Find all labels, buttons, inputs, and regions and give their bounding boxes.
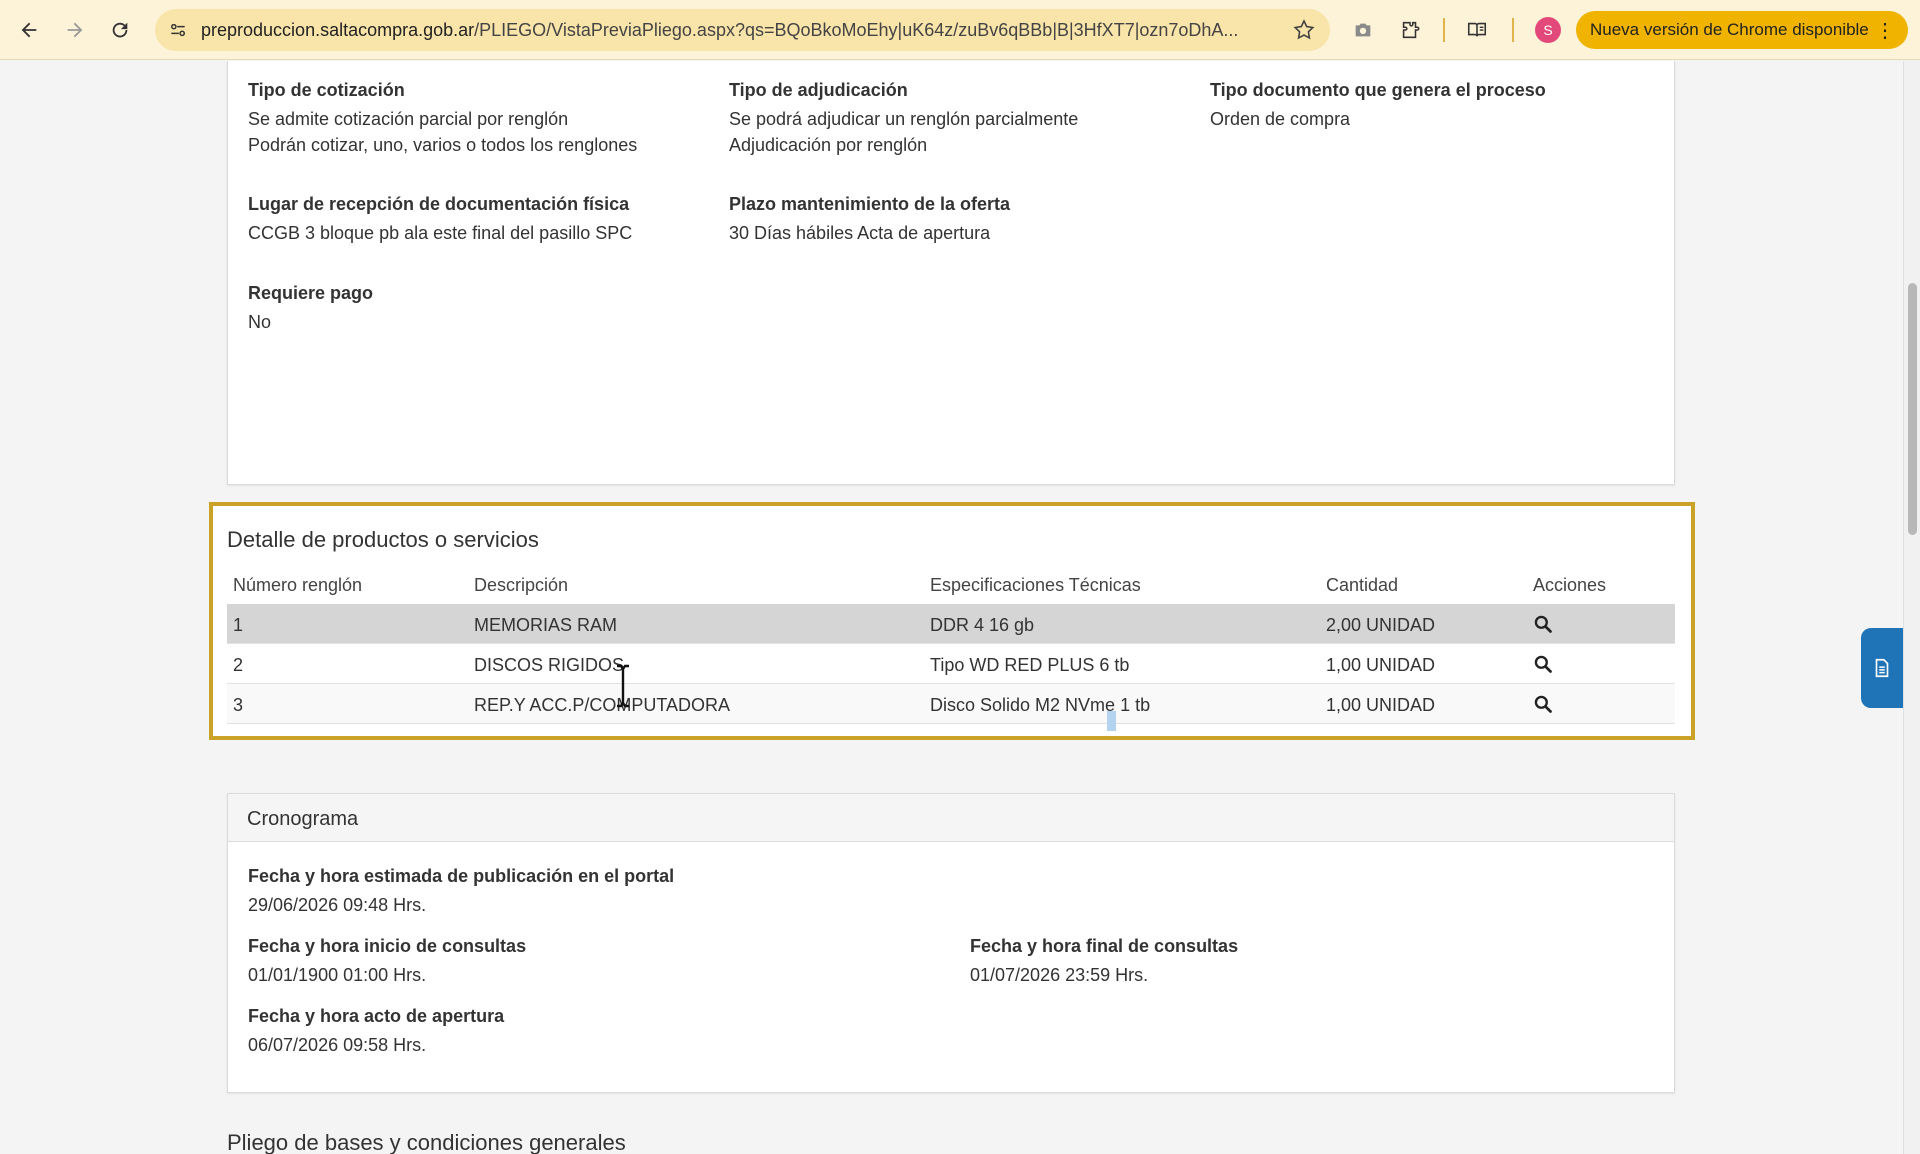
search-icon[interactable] [1533,614,1553,634]
document-float-button[interactable] [1861,628,1903,708]
profile-avatar[interactable]: S [1535,17,1561,43]
row-spec: Disco Solido M2 NVme 1 tb [930,695,1151,715]
row-quantity: 2,00 UNIDAD [1326,615,1436,635]
final-consultas-value: 01/07/2026 23:59 Hrs. [970,965,1149,985]
toolbar-divider [1512,18,1514,42]
chrome-update-button[interactable]: Nueva versión de Chrome disponible ⋮ [1576,11,1908,49]
column-header: Acciones [1533,575,1607,595]
inicio-consultas-value: 01/01/1900 01:00 Hrs. [248,965,427,985]
document-icon [1875,658,1889,678]
reload-icon [112,22,128,38]
reading-mode-icon [1467,22,1487,37]
table-row[interactable]: 3 REP.Y ACC.P/COMPUTADORA Disco Solido M… [227,684,1675,724]
toolbar-divider [1443,18,1445,42]
column-header: Cantidad [1326,575,1399,595]
publicacion-value: 29/06/2026 09:48 Hrs. [248,895,427,915]
tipo-documento-label: Tipo documento que genera el proceso [1210,80,1546,100]
row-quantity: 1,00 UNIDAD [1326,695,1436,715]
forward-button[interactable] [57,12,93,48]
plazo-mantenimiento-value: 30 Días hábiles Acta de apertura [729,223,991,243]
inicio-consultas-label: Fecha y hora inicio de consultas [248,936,527,956]
menu-dots-icon[interactable]: ⋮ [1875,18,1895,43]
table-row[interactable]: 2 DISCOS RIGIDOS Tipo WD RED PLUS 6 tb 1… [227,644,1675,684]
lugar-recepcion-label: Lugar de recepción de documentación físi… [248,194,630,214]
tipo-cotizacion-value-2: Podrán cotizar, uno, varios o todos los … [248,135,638,155]
column-header: Descripción [474,575,569,595]
table-row[interactable]: 1 MEMORIAS RAM DDR 4 16 gb 2,00 UNIDAD [227,604,1675,644]
publicacion-label: Fecha y hora estimada de publicación en … [248,866,675,886]
page-scrollbar[interactable] [1903,61,1920,1154]
row-number: 1 [233,615,244,635]
requiere-pago-value: No [248,312,272,332]
tipo-documento-value: Orden de compra [1210,109,1351,129]
cronograma-heading: Cronograma [247,808,359,830]
browser-toolbar: preproduccion.saltacompra.gob.ar/PLIEGO/… [0,0,1920,60]
products-panel: Detalle de productos o servicios Número … [209,502,1695,740]
column-header: Especificaciones Técnicas [930,575,1141,595]
text-cursor-icon [617,664,629,708]
url-text: preproduccion.saltacompra.gob.ar/PLIEGO/… [201,20,1261,41]
acto-apertura-label: Fecha y hora acto de apertura [248,1006,505,1026]
chrome-update-label: Nueva versión de Chrome disponible [1590,20,1869,39]
tipo-adjudicacion-value-2: Adjudicación por renglón [729,135,928,155]
lugar-recepcion-value: CCGB 3 bloque pb ala este final del pasi… [248,223,633,243]
url-path: /PLIEGO/VistaPreviaPliego.aspx?qs=BQoBko… [474,20,1239,40]
camera-button[interactable] [1345,12,1381,48]
cronograma-header: Cronograma [228,794,1674,842]
arrow-right-icon [67,22,83,38]
scrollbar-thumb[interactable] [1908,283,1917,535]
cronograma-panel: Cronograma Fecha y hora estimada de publ… [227,793,1675,1093]
reading-mode-button[interactable] [1459,12,1495,48]
search-icon[interactable] [1533,654,1553,674]
row-description: MEMORIAS RAM [474,615,618,635]
address-bar[interactable]: preproduccion.saltacompra.gob.ar/PLIEGO/… [155,9,1330,51]
bookmark-star-icon[interactable] [1292,18,1316,42]
column-header: Número renglón [233,575,363,595]
search-icon[interactable] [1533,694,1553,714]
page-content: Tipo de cotización Se admite cotización … [0,61,1903,1154]
arrow-left-icon [21,22,37,38]
row-spec: DDR 4 16 gb [930,615,1035,635]
text-selection-highlight [1107,711,1116,731]
puzzle-icon [1402,21,1420,39]
back-button[interactable] [11,12,47,48]
tipo-cotizacion-value-1: Se admite cotización parcial por renglón [248,109,569,129]
row-description: REP.Y ACC.P/COMPUTADORA [474,695,731,715]
acto-apertura-value: 06/07/2026 09:58 Hrs. [248,1035,427,1055]
camera-icon [1355,23,1371,37]
site-settings-icon[interactable] [165,17,191,43]
pliego-heading: Pliego de bases y condiciones generales [227,1130,626,1154]
row-number: 3 [233,695,244,715]
url-host: preproduccion.saltacompra.gob.ar [201,20,475,40]
row-spec: Tipo WD RED PLUS 6 tb [930,655,1130,675]
row-description: DISCOS RIGIDOS [474,655,625,675]
row-number: 2 [233,655,244,675]
reload-button[interactable] [102,12,138,48]
products-heading: Detalle de productos o servicios [227,527,539,552]
tipo-adjudicacion-label: Tipo de adjudicación [729,80,908,100]
row-quantity: 1,00 UNIDAD [1326,655,1436,675]
products-table: Número renglón Descripción Especificacio… [227,564,1675,724]
extensions-button[interactable] [1392,12,1428,48]
final-consultas-label: Fecha y hora final de consultas [970,936,1239,956]
table-header-row: Número renglón Descripción Especificacio… [227,564,1675,604]
plazo-mantenimiento-label: Plazo mantenimiento de la oferta [729,194,1011,214]
requiere-pago-label: Requiere pago [248,283,374,303]
details-panel: Tipo de cotización Se admite cotización … [227,61,1675,485]
tipo-adjudicacion-value-1: Se podrá adjudicar un renglón parcialmen… [729,109,1079,129]
tipo-cotizacion-label: Tipo de cotización [248,80,405,100]
